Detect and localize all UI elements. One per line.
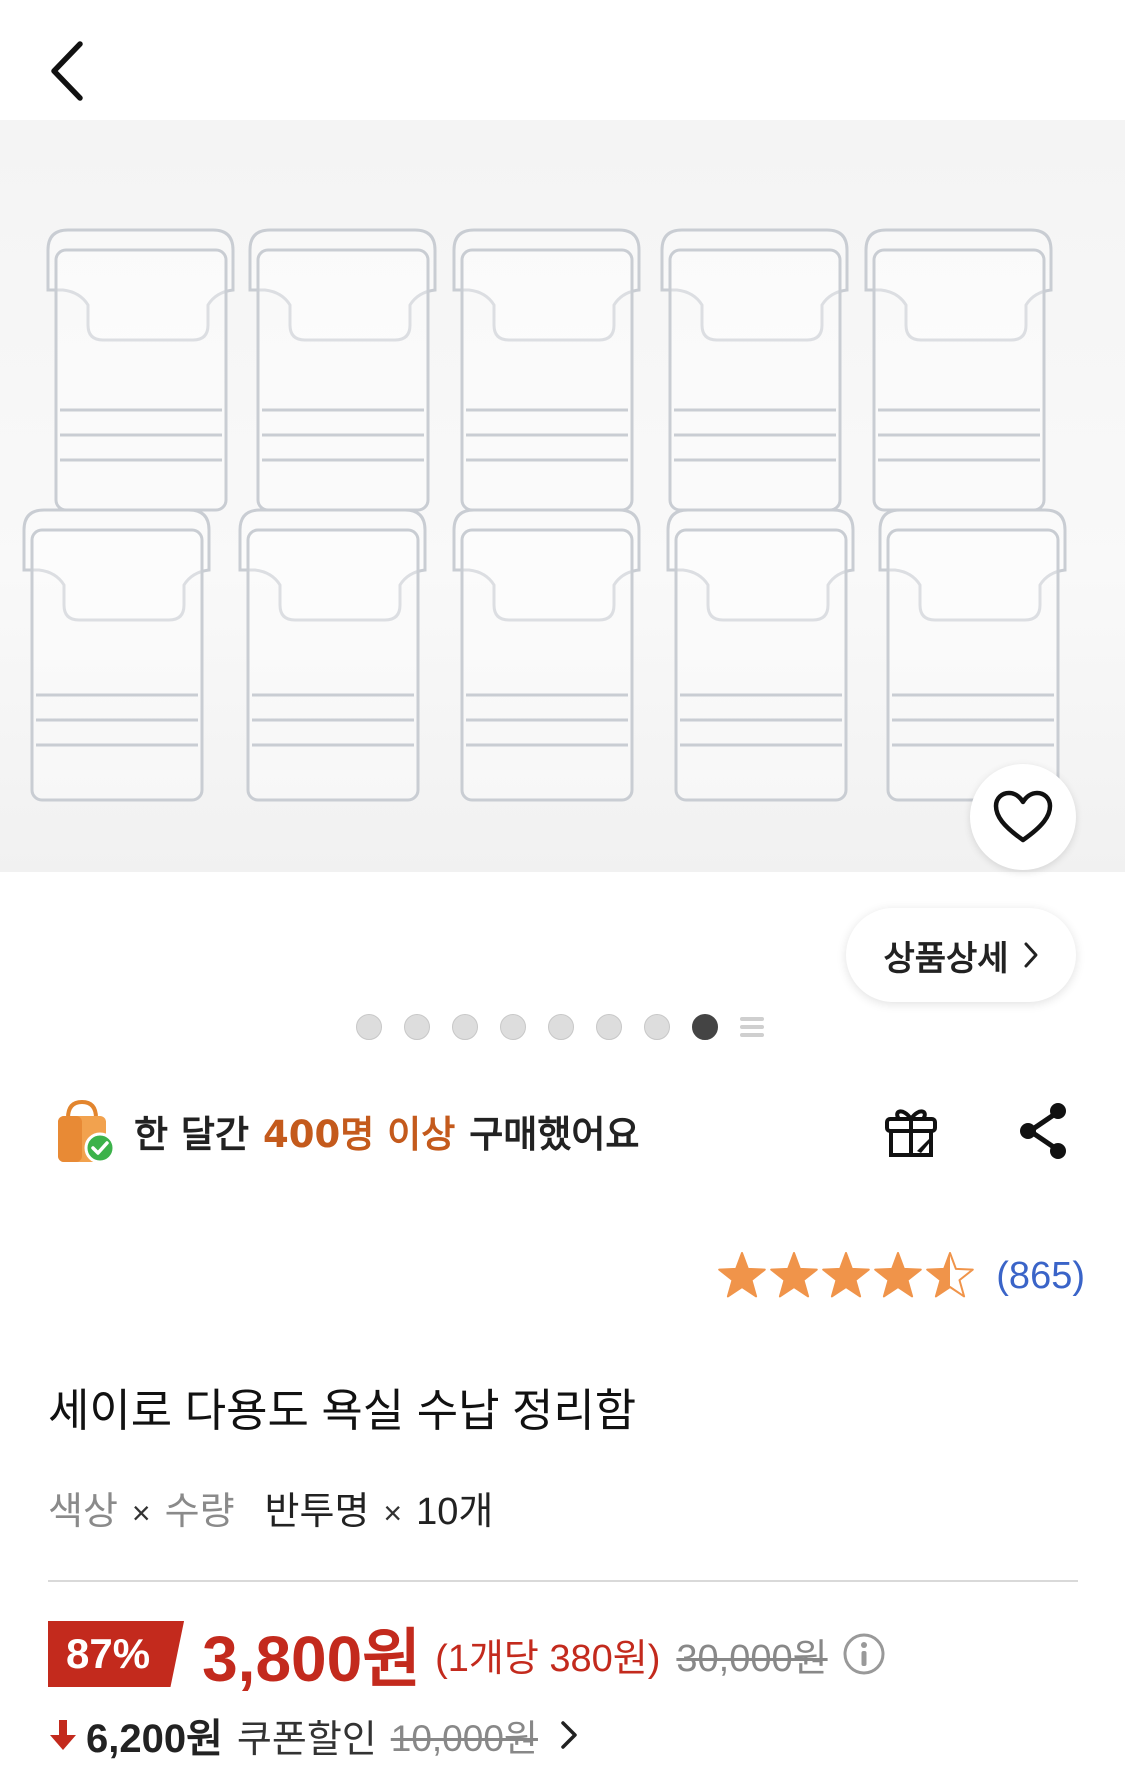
shopping-bag-check-icon (58, 1099, 116, 1164)
image-pagination (356, 1012, 766, 1042)
product-title: 세이로 다용도 욕실 수납 정리함 (48, 1385, 637, 1436)
pagination-dot[interactable] (500, 1014, 526, 1040)
coupon-amount: 6,200원 (86, 1717, 223, 1761)
coupon-original-price: 10,000원 (390, 1718, 538, 1759)
divider (48, 1580, 1078, 1582)
storage-bins-illustration (22, 228, 1067, 802)
review-count: (865) (996, 1254, 1085, 1297)
wishlist-button[interactable] (970, 764, 1076, 870)
purchase-suffix: 구매했어요 (469, 1113, 640, 1156)
selected-option[interactable]: 색상 × 수량 반투명 × 10개 (48, 1480, 493, 1535)
back-button[interactable] (44, 36, 100, 106)
chevron-right-icon (561, 1721, 577, 1749)
share-button[interactable] (1008, 1096, 1078, 1166)
star-rating (718, 1252, 975, 1298)
pagination-dot[interactable] (644, 1014, 670, 1040)
coupon-discount-row[interactable]: 6,200원 쿠폰할인 10,000원 (48, 1700, 578, 1770)
option-label-quantity: 수량 (164, 1491, 235, 1533)
heart-icon (993, 790, 1053, 843)
purchase-count-info: 한 달간 400명 이상 구매했어요 (50, 1090, 639, 1172)
star-icon (874, 1252, 923, 1298)
product-image[interactable] (0, 120, 1125, 872)
share-icon (1020, 1103, 1066, 1159)
grid-view-icon[interactable] (740, 1014, 766, 1040)
unit-price: (1개당 380원) (435, 1637, 661, 1680)
product-detail-label: 상품상세 (883, 938, 1009, 979)
star-icon (926, 1252, 975, 1298)
arrow-down-icon (50, 1720, 76, 1750)
top-bar (0, 0, 1125, 120)
pagination-dot[interactable] (452, 1014, 478, 1040)
star-icon (770, 1252, 819, 1298)
info-icon[interactable] (842, 1632, 886, 1676)
product-detail-button[interactable]: 상품상세 (846, 908, 1076, 1002)
gift-icon (885, 1109, 937, 1157)
star-icon (822, 1252, 871, 1298)
chevron-left-icon (51, 41, 83, 101)
final-price: 3,800원 (202, 1623, 422, 1695)
pagination-dot-active[interactable] (692, 1014, 718, 1040)
price-row: 87% 3,800원 (1개당 380원) 30,000원 (48, 1612, 886, 1696)
gift-button[interactable] (876, 1096, 946, 1166)
option-label-color: 색상 (48, 1491, 118, 1533)
option-separator: × (131, 1495, 151, 1531)
original-price: 30,000원 (676, 1637, 828, 1680)
rating-summary[interactable]: (865) (716, 1250, 1085, 1302)
discount-badge: 87% (48, 1621, 185, 1687)
chevron-right-icon (1024, 942, 1038, 968)
pagination-dot[interactable] (356, 1014, 382, 1040)
star-icon (718, 1252, 767, 1298)
coupon-label: 쿠폰할인 (236, 1718, 377, 1761)
pagination-dot[interactable] (596, 1014, 622, 1040)
option-value-color: 반투명 (264, 1491, 370, 1533)
purchase-prefix: 한 달간 (134, 1113, 250, 1156)
purchase-highlight: 400명 이상 (263, 1113, 456, 1156)
pagination-dot[interactable] (548, 1014, 574, 1040)
option-value-quantity: 10개 (416, 1491, 494, 1533)
option-separator: × (383, 1495, 403, 1531)
pagination-dot[interactable] (404, 1014, 430, 1040)
